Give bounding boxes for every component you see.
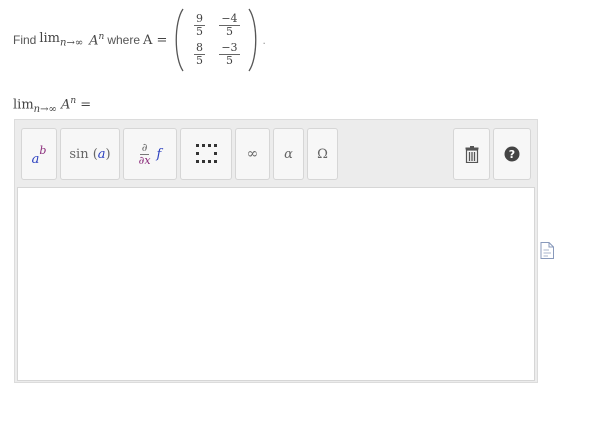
help-button[interactable]: ? [493,128,531,180]
matrix-entry-11: 95 [193,12,205,38]
svg-text:?: ? [509,148,515,161]
a-equals: A = [143,32,168,48]
exponent: n [70,96,77,106]
answer-label: limn→∞ An = [13,96,91,115]
math-editor: ab sin (a) ∂ ∂x f ∞ α Ω ? [14,119,538,383]
sin-text: sin [69,146,89,162]
matrix-symbol: A [60,97,71,113]
matrix-entry-21: 85 [193,41,205,67]
lim-text: lim [13,97,34,113]
matrix-entry-22: −3 5 [219,41,240,67]
right-paren [248,8,257,72]
partial-bottom: ∂x [138,153,151,167]
infinity-symbol: ∞ [246,146,259,162]
find-text: Find [13,33,37,47]
matrix-grid-icon [196,144,217,163]
alpha-symbol: α [284,146,293,162]
matrix-power: An [89,32,104,48]
power-exponent: b [39,143,47,157]
derivative-fraction: ∂ ∂x [138,140,151,167]
omega-symbol: Ω [317,146,328,162]
problem-statement: Find limn→∞ An where A = 95 −4 5 85 −3 5 . [13,6,266,74]
power-base: a [31,151,40,167]
matrix-entry-12: −4 5 [219,12,240,38]
omega-symbols-button[interactable]: Ω [307,128,338,180]
help-icon: ? [504,146,520,162]
partial-top: ∂ [139,140,150,155]
equals-sign: = [80,97,92,113]
matrix-symbol: A [89,33,99,49]
left-paren [176,8,185,72]
limit-expression: limn→∞ [39,31,83,49]
derivative-button[interactable]: ∂ ∂x f [123,128,177,180]
delete-button[interactable] [453,128,490,180]
answer-input[interactable] [17,187,535,381]
matrix-entries: 95 −4 5 85 −3 5 [186,13,246,67]
sin-button[interactable]: sin (a) [60,128,120,180]
lim-subscript: n→∞ [33,103,57,115]
sin-argument: a [97,146,106,162]
power-button[interactable]: ab [21,128,57,180]
document-icon[interactable] [540,242,554,259]
matrix-A: 95 −4 5 85 −3 5 . [172,8,266,72]
greek-alpha-button[interactable]: α [273,128,304,180]
exponent: n [98,31,105,42]
lim-text: lim [39,31,60,47]
matrix-button[interactable] [180,128,232,180]
trash-icon [465,145,478,163]
where-text: where [107,33,141,47]
lim-subscript: n→∞ [60,37,84,49]
infinity-button[interactable]: ∞ [235,128,270,180]
period: . [262,33,266,47]
derivative-f: f [156,146,162,162]
